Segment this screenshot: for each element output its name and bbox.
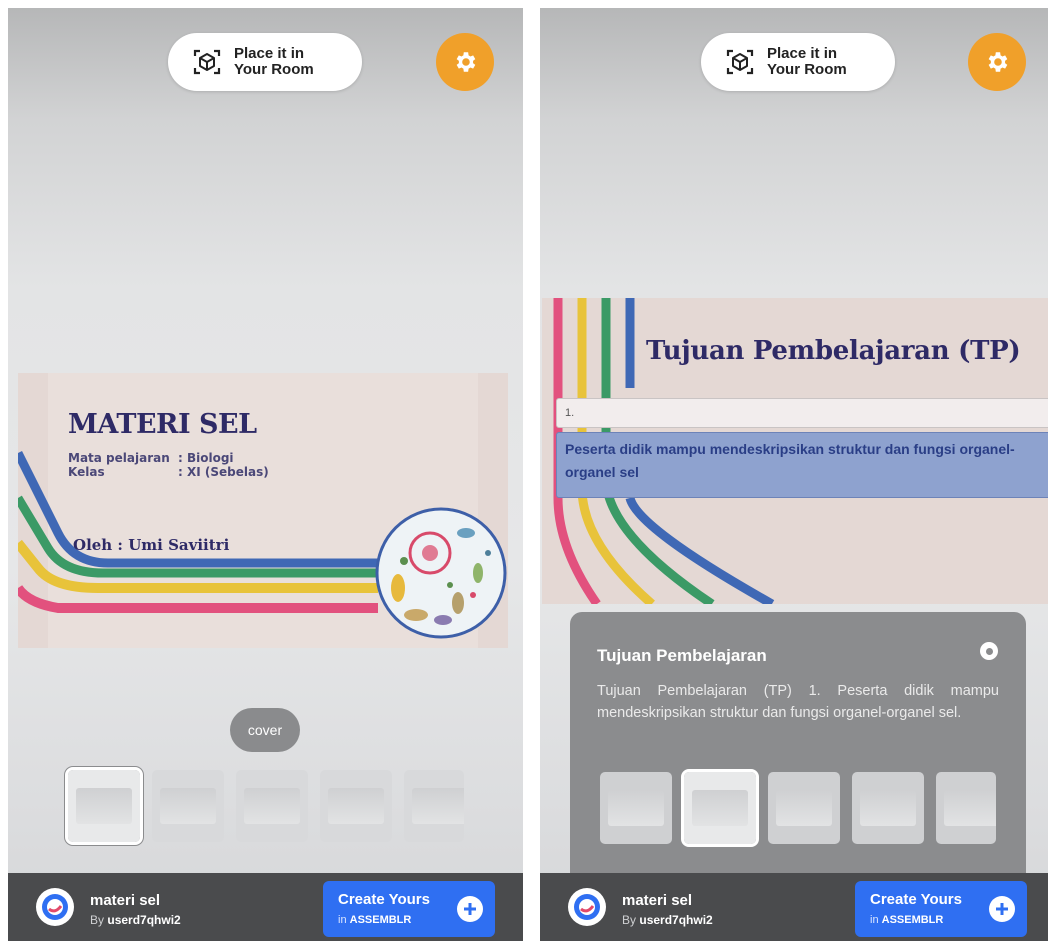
slide-title: MATERI SEL <box>68 409 257 440</box>
model-author[interactable]: By userd7qhwi2 <box>90 913 181 927</box>
place-in-room-label: Place it in Your Room <box>767 45 847 78</box>
create-yours-button[interactable]: Create Yours in ASSEMBLR <box>855 881 1027 937</box>
right-screen: Place it in Your Room Tujuan Pembelajara… <box>540 8 1048 941</box>
create-yours-label: Create Yours <box>870 891 962 908</box>
subject-value: : Biologi <box>178 451 234 465</box>
objective-number: 1. <box>556 398 1048 428</box>
gear-icon <box>988 52 1008 72</box>
class-value: : XI (Sebelas) <box>178 465 269 479</box>
ar-cube-icon <box>726 49 754 75</box>
slide-thumbnail[interactable] <box>936 772 996 844</box>
slide-subject-info: Mata pelajaran : Biologi Kelas : XI (Sebel… <box>68 451 269 479</box>
bottom-bar: materi sel By userd7qhwi2 Create Yours i… <box>8 873 523 941</box>
slide-thumbnail[interactable] <box>65 767 143 845</box>
slide-thumbnail[interactable] <box>600 772 672 844</box>
current-slide-label: cover <box>230 708 300 752</box>
info-panel-description: Tujuan Pembelajaran (TP) 1. Peserta didi… <box>597 683 999 721</box>
create-yours-label: Create Yours <box>338 891 430 908</box>
class-label: Kelas <box>68 465 105 479</box>
slide-thumbnail[interactable] <box>681 769 759 847</box>
assemblr-logo-icon[interactable] <box>36 888 74 926</box>
slide-learning-objectives[interactable]: Tujuan Pembelajaran (TP) 1. Peserta didi… <box>542 298 1048 604</box>
slide-title: Tujuan Pembelajaran (TP) <box>646 336 1021 366</box>
slide-thumbnail[interactable] <box>852 772 924 844</box>
slide-thumbnail[interactable] <box>768 772 840 844</box>
create-yours-button[interactable]: Create Yours in ASSEMBLR <box>323 881 495 937</box>
subject-label: Mata pelajaran <box>68 451 170 465</box>
settings-button[interactable] <box>968 33 1026 91</box>
ar-cube-icon <box>193 49 221 75</box>
slide-thumbnail[interactable] <box>404 770 464 842</box>
place-in-room-label: Place it in Your Room <box>234 45 314 78</box>
create-brand-label: in ASSEMBLR <box>338 914 412 926</box>
place-in-room-button[interactable]: Place it in Your Room <box>168 33 362 91</box>
assemblr-logo-icon[interactable] <box>568 888 606 926</box>
left-screen: Place it in Your Room MATERI SEL Mata pe… <box>8 8 523 941</box>
cell-illustration <box>375 507 507 639</box>
plus-icon <box>989 896 1015 922</box>
gear-icon <box>456 52 476 72</box>
slide-thumbnail[interactable] <box>236 770 308 842</box>
plus-icon <box>457 896 483 922</box>
settings-button[interactable] <box>436 33 494 91</box>
slide-cover[interactable]: MATERI SEL Mata pelajaran : Biologi Kelas… <box>18 373 508 648</box>
slide-thumbnail[interactable] <box>152 770 224 842</box>
model-name[interactable]: materi sel <box>622 892 692 909</box>
slide-author: Oleh : Umi Saviitri <box>73 536 230 554</box>
info-panel-title: Tujuan Pembelajaran <box>597 646 767 665</box>
bottom-bar: materi sel By userd7qhwi2 Create Yours i… <box>540 873 1048 941</box>
objective-text: Peserta didik mampu mendeskripsikan stru… <box>556 432 1048 498</box>
place-in-room-button[interactable]: Place it in Your Room <box>701 33 895 91</box>
close-icon[interactable] <box>980 642 998 660</box>
model-name[interactable]: materi sel <box>90 892 160 909</box>
model-author[interactable]: By userd7qhwi2 <box>622 913 713 927</box>
slide-thumbnail[interactable] <box>320 770 392 842</box>
create-brand-label: in ASSEMBLR <box>870 914 944 926</box>
